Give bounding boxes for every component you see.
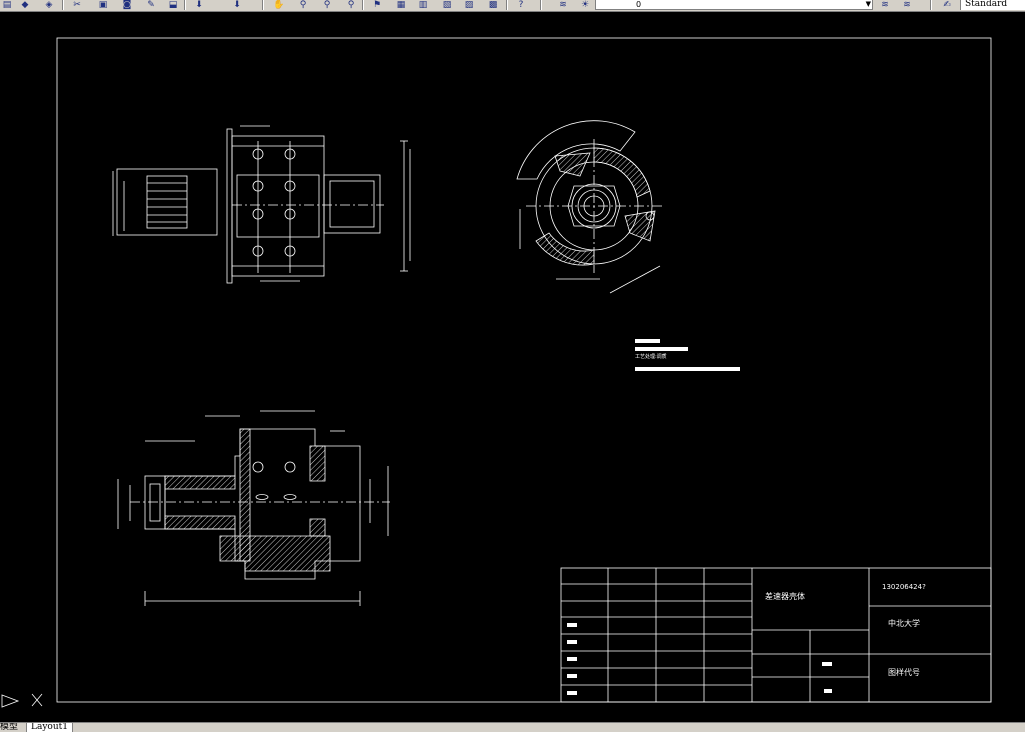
layer-value: 0 [636, 0, 642, 9]
pan-icon[interactable]: ✋ [272, 0, 286, 10]
drawing-canvas[interactable]: 工艺处理:调质 差速器壳体 130206424? 中北大学 图样代号 [0, 11, 1025, 722]
part-name-label: 差速器壳体 [765, 591, 805, 601]
title-block [560, 567, 992, 703]
match-properties-icon[interactable]: ✎ [144, 0, 158, 10]
text-style-value: Standard [965, 0, 1008, 9]
tool-palettes-icon[interactable]: ▥ [416, 0, 430, 10]
text-style-dropdown[interactable]: Standard [960, 0, 1025, 10]
zoom-window-icon[interactable]: ⚲ [320, 0, 334, 10]
open-icon[interactable]: ▤ [0, 0, 14, 10]
print-icon[interactable]: ◈ [42, 0, 56, 10]
layer-state-icon[interactable]: ☀ [578, 0, 592, 10]
sheet-code-label: 图样代号 [888, 667, 920, 677]
front-view [112, 125, 411, 284]
paste-icon[interactable]: ◙ [120, 0, 134, 10]
help-icon[interactable]: ? [514, 0, 528, 10]
ucs-icon [1, 693, 43, 708]
properties-icon[interactable]: ⚑ [370, 0, 384, 10]
note-heat-treatment: 工艺处理:调质 [635, 353, 667, 360]
chevron-down-icon: ▼ [865, 0, 871, 8]
layer-manager-icon[interactable]: ≋ [556, 0, 570, 10]
markup-icon[interactable]: ▨ [462, 0, 476, 10]
side-section-view [516, 120, 662, 294]
cut-icon[interactable]: ✂ [70, 0, 84, 10]
drawing-border [56, 37, 992, 703]
longitudinal-section-view [117, 410, 390, 606]
redo-list-icon[interactable]: ⬇ [230, 0, 244, 10]
calculator-icon[interactable]: ▩ [486, 0, 500, 10]
layer-dropdown[interactable]: 0 ▼ [595, 0, 873, 10]
sheet-set-icon[interactable]: ▧ [440, 0, 454, 10]
layer-previous-icon[interactable]: ≋ [878, 0, 892, 10]
zoom-realtime-icon[interactable]: ⚲ [296, 0, 310, 10]
drawing-number-label: 130206424? [882, 583, 926, 591]
copy-icon[interactable]: ▣ [96, 0, 110, 10]
design-center-icon[interactable]: ▦ [394, 0, 408, 10]
layer-translate-icon[interactable]: ≋ [900, 0, 914, 10]
save-icon[interactable]: ◆ [18, 0, 32, 10]
school-label: 中北大学 [888, 618, 920, 628]
undo-icon[interactable]: ⬓ [166, 0, 180, 10]
text-style-icon[interactable]: ✍ [940, 0, 954, 10]
redo-icon[interactable]: ⬇ [192, 0, 206, 10]
zoom-previous-icon[interactable]: ⚲ [344, 0, 358, 10]
